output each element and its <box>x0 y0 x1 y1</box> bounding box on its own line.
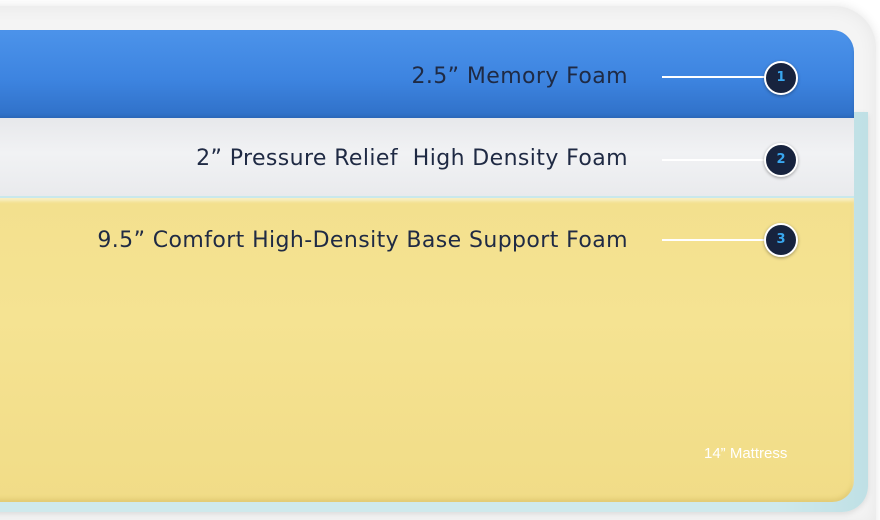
layer-1-leader-line <box>662 76 766 78</box>
layer-1-label: 2.5” Memory Foam <box>411 64 628 89</box>
layer-2-leader-line <box>662 159 766 161</box>
layer-3-label: 9.5” Comfort High-Density Base Support F… <box>97 228 628 253</box>
mattress-size-note: 14” Mattress <box>704 445 788 462</box>
layer-3-leader-line <box>662 239 766 241</box>
mattress-layers-diagram: 2.5” Memory Foam 1 2” Pressure Relief Hi… <box>0 0 880 520</box>
layer-1-number-badge: 1 <box>764 61 798 95</box>
layer-2-label: 2” Pressure Relief High Density Foam <box>196 146 628 171</box>
layer-3-number-badge: 3 <box>764 223 798 257</box>
layer-2-number-badge: 2 <box>764 143 798 177</box>
